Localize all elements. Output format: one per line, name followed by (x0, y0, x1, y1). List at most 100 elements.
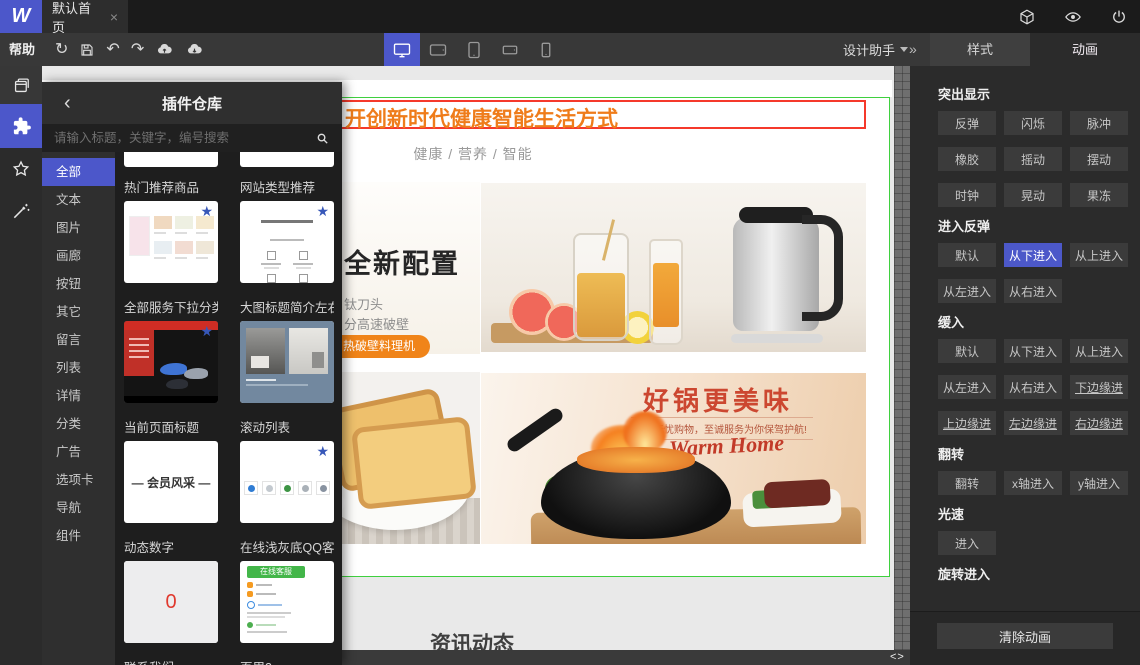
cloud-download-icon[interactable] (185, 41, 204, 58)
plugin-thumbnail-qq[interactable]: 在线客服 (240, 561, 334, 643)
redo-icon[interactable]: ↷ (131, 41, 144, 58)
anim-button[interactable]: 从下进入 (1004, 339, 1062, 363)
anim-button[interactable]: 闪烁 (1004, 111, 1062, 135)
category-item[interactable]: 全部 (42, 158, 115, 186)
plugin-card-partial[interactable] (240, 152, 334, 167)
undo-icon[interactable]: ↶ (106, 41, 119, 58)
logo-letter: W (11, 5, 31, 27)
anim-button[interactable]: 时钟 (938, 183, 996, 207)
anim-button[interactable]: 反弹 (938, 111, 996, 135)
anim-button[interactable]: y轴进入 (1070, 471, 1128, 495)
anim-button[interactable]: 左边缘进 (1004, 411, 1062, 435)
kettle-image[interactable] (481, 183, 866, 352)
anim-button[interactable]: 从右进入 (1004, 375, 1062, 399)
anim-button[interactable]: 从左进入 (938, 375, 996, 399)
plugin-thumbnail-rooms[interactable] (240, 321, 334, 403)
collapse-chevrons[interactable]: » (909, 33, 917, 66)
plugin-item[interactable]: 在线浅灰底QQ客服 在线客服 (240, 540, 334, 643)
category-item[interactable]: 留言 (42, 326, 115, 354)
anim-button[interactable]: 默认 (938, 339, 996, 363)
plugin-thumbnail-titletext[interactable]: — 会员风采 — (124, 441, 218, 523)
plugin-card-partial[interactable] (124, 152, 218, 167)
plugin-thumbnail-logos[interactable]: ★ (240, 441, 334, 523)
category-item[interactable]: 文本 (42, 186, 115, 214)
anim-button[interactable]: 从上进入 (1070, 339, 1128, 363)
refresh-icon[interactable]: ↻ (55, 41, 68, 58)
back-chevron-icon[interactable]: ‹ (64, 93, 71, 113)
sidebar-item-favorites[interactable] (0, 148, 42, 190)
anim-button[interactable]: 晃动 (1004, 183, 1062, 207)
category-item[interactable]: 图片 (42, 214, 115, 242)
tab-animation[interactable]: 动画 (1030, 33, 1140, 66)
anim-button[interactable]: 右边缘进 (1070, 411, 1128, 435)
sidebar-item-pages[interactable] (0, 66, 42, 104)
category-item[interactable]: 广告 (42, 438, 115, 466)
category-item[interactable]: 分类 (42, 410, 115, 438)
device-desktop[interactable] (384, 33, 420, 66)
banner1-button[interactable]: 热破壁料理机 (328, 335, 430, 358)
anim-button[interactable]: 默认 (938, 243, 996, 267)
page-tab[interactable]: 默认首页 × (42, 0, 128, 35)
plugin-item[interactable]: 热门推荐商品 ★ (124, 180, 218, 283)
preview-eye-icon[interactable] (1063, 8, 1083, 26)
plugin-item[interactable]: 全部服务下拉分类带... ★ (124, 300, 218, 403)
anim-button[interactable]: 上边缘进 (938, 411, 996, 435)
clear-animation-button[interactable]: 清除动画 (937, 623, 1113, 649)
plugin-thumbnail-services[interactable]: ★ (240, 201, 334, 283)
plugin-item[interactable]: 大图标题简介左右切... (240, 300, 334, 403)
anim-button[interactable]: 从上进入 (1070, 243, 1128, 267)
plugin-thumbnail-products[interactable]: ★ (124, 201, 218, 283)
search-icon[interactable] (302, 131, 342, 146)
tab-style[interactable]: 样式 (930, 33, 1030, 66)
save-icon[interactable] (79, 42, 95, 58)
publish-cube-icon[interactable] (1018, 8, 1036, 26)
anim-button[interactable]: 从左进入 (938, 279, 996, 303)
plugin-thumbnail-number[interactable]: 0 (124, 561, 218, 643)
plugin-item[interactable]: 当前页面标题 — 会员风采 — (124, 420, 218, 523)
plugin-item[interactable]: 页眉2 (240, 660, 334, 665)
design-assistant-dropdown[interactable]: 设计助手 (843, 33, 909, 66)
anim-button[interactable]: 摇动 (1004, 147, 1062, 171)
anim-button[interactable]: 从下进入 (1004, 243, 1062, 267)
anim-button[interactable]: 下边缘进 (1070, 375, 1128, 399)
anim-button[interactable]: 摆动 (1070, 147, 1128, 171)
category-item[interactable]: 选项卡 (42, 466, 115, 494)
category-item[interactable]: 组件 (42, 522, 115, 550)
page-subtitle[interactable]: 健康 / 营养 / 智能 (373, 144, 573, 164)
plugin-item[interactable]: 滚动列表 ★ (240, 420, 334, 523)
anim-button[interactable]: x轴进入 (1004, 471, 1062, 495)
anim-button[interactable]: 翻转 (938, 471, 996, 495)
plugin-thumbnail-shoes[interactable]: ★ (124, 321, 218, 403)
tab-close-icon[interactable]: × (110, 9, 118, 25)
device-tablet-portrait[interactable] (456, 33, 492, 66)
category-item[interactable]: 画廊 (42, 242, 115, 270)
category-item[interactable]: 详情 (42, 382, 115, 410)
help-button[interactable]: 帮助 (9, 33, 35, 66)
search-input[interactable] (42, 131, 302, 145)
device-tablet-landscape[interactable] (420, 33, 456, 66)
anim-button[interactable]: 进入 (938, 531, 996, 555)
category-item[interactable]: 导航 (42, 494, 115, 522)
anim-button[interactable]: 果冻 (1070, 183, 1128, 207)
device-phone-portrait[interactable] (528, 33, 564, 66)
device-phone-landscape[interactable] (492, 33, 528, 66)
plugin-item[interactable]: 动态数字 0 (124, 540, 218, 643)
anim-button-row: 默认 从下进入 从上进入从左进入 从右进入 下边缘进上边缘进 左边缘进 右边缘进 (938, 339, 1128, 435)
category-item[interactable]: 列表 (42, 354, 115, 382)
sidebar-item-plugins[interactable] (0, 104, 42, 148)
category-item[interactable]: 其它 (42, 298, 115, 326)
sidebar-item-wand[interactable] (0, 190, 42, 232)
plugin-title: 热门推荐商品 (124, 181, 200, 195)
anim-button[interactable]: 脉冲 (1070, 111, 1128, 135)
plugin-item[interactable]: 网站类型推荐 ★ (240, 180, 334, 283)
canvas-scrollbar[interactable] (894, 66, 910, 650)
app-logo[interactable]: W (0, 0, 42, 33)
anim-button[interactable]: 橡胶 (938, 147, 996, 171)
code-view-toggle[interactable]: <> (890, 650, 905, 665)
power-icon[interactable] (1110, 8, 1128, 26)
category-item[interactable]: 按钮 (42, 270, 115, 298)
wok-banner-image[interactable]: 好锅更美味 无忧购物，至诚服务为你保驾护航! Warm Home (481, 373, 866, 544)
cloud-upload-icon[interactable] (155, 41, 174, 58)
anim-button[interactable]: 从右进入 (1004, 279, 1062, 303)
plugin-item[interactable]: 联系我们 (124, 660, 218, 665)
